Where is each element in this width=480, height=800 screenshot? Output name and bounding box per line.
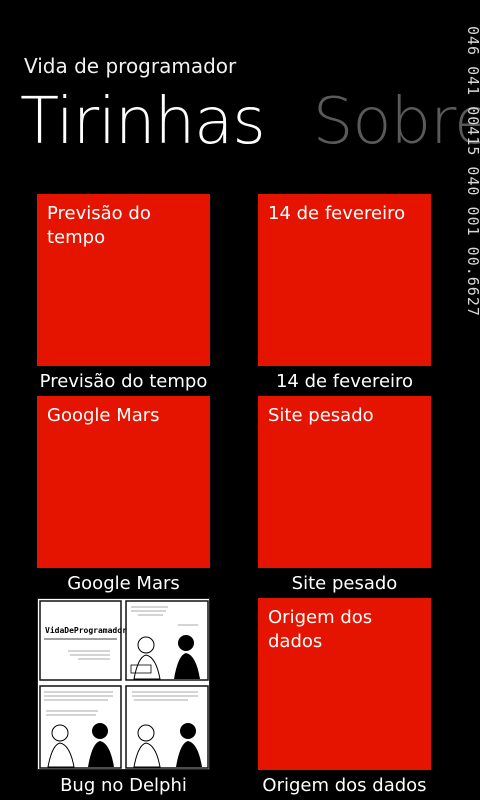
comic-item[interactable]: Origem dos dados Origem dos dados (258, 598, 432, 798)
comic-caption: Origem dos dados (262, 775, 427, 796)
comic-tile-title: 14 de fevereiro (268, 203, 406, 224)
comic-item[interactable]: 14 de fevereiro 14 de fevereiro (258, 194, 432, 394)
comic-tile-title: Google Mars (47, 405, 160, 426)
comic-tile[interactable]: 14 de fevereiro (258, 194, 431, 366)
comic-caption: Site pesado (291, 573, 398, 594)
frame-rate-counter-text: 046 041 00415 040 001 00.6627 (464, 26, 480, 317)
comic-tile[interactable]: Site pesado (258, 396, 431, 568)
comic-tile[interactable]: Google Mars (37, 396, 210, 568)
comic-tile-title: Origem dos dados (268, 607, 373, 652)
comic-tile-title: Previsão do tempo (47, 203, 151, 248)
comic-strip-illustration: VidaDeProgramador (39, 600, 209, 769)
comic-item[interactable]: Site pesado Site pesado (258, 396, 432, 596)
pivot-tab-tirinhas[interactable]: Tirinhas (20, 82, 266, 162)
comic-caption: Previsão do tempo (39, 371, 208, 392)
pivot-tab-sobre[interactable]: Sobre (313, 82, 480, 162)
comic-thumbnail-image[interactable]: VidaDeProgramador (37, 598, 210, 770)
comic-tile[interactable]: Previsão do tempo (37, 194, 210, 366)
comic-caption: Bug no Delphi (60, 775, 187, 796)
app-title: Vida de programador (24, 54, 237, 78)
comic-item[interactable]: Google Mars Google Mars (37, 396, 211, 596)
pivot-header: Tirinhas Sobre (20, 82, 480, 162)
comic-logo-text: VidaDeProgramador (45, 625, 127, 635)
comic-tile-title: Site pesado (268, 405, 374, 426)
comic-item[interactable]: Previsão do tempo Previsão do tempo (37, 194, 211, 394)
comic-tile[interactable]: Origem dos dados (258, 598, 431, 770)
comic-caption: Google Mars (67, 573, 180, 594)
frame-rate-counter: 046 041 00415 040 001 00.6627 (458, 26, 480, 396)
comic-caption: 14 de fevereiro (275, 371, 414, 392)
comic-item[interactable]: VidaDeProgramador Bug no Delphi (37, 598, 211, 798)
